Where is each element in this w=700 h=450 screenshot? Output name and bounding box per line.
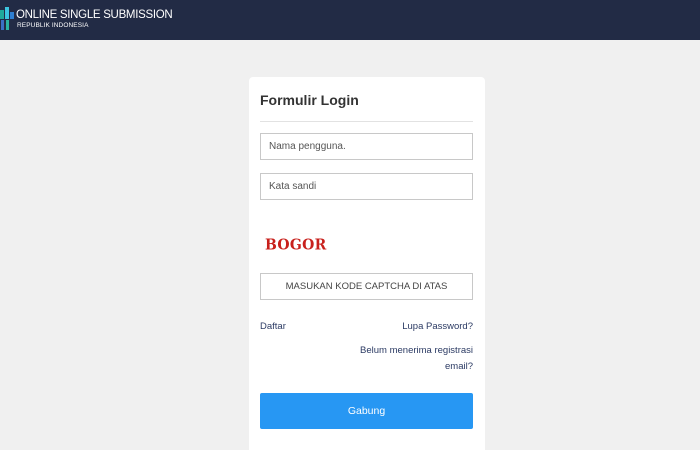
login-submit-button[interactable]: Gabung <box>260 393 473 429</box>
username-input[interactable] <box>260 133 473 160</box>
forgot-password-link[interactable]: Lupa Password? <box>402 321 473 332</box>
brand-title[interactable]: ONLINE SINGLE SUBMISSION <box>16 9 173 21</box>
login-card: Formulir Login BOGOR Daftar Lupa Passwor… <box>249 77 485 450</box>
register-link[interactable]: Daftar <box>260 321 286 332</box>
resend-registration-email-link[interactable]: Belum menerima registrasi email? <box>343 343 473 375</box>
captcha-image: BOGOR <box>265 236 327 254</box>
captcha-input[interactable] <box>260 273 473 300</box>
password-input[interactable] <box>260 173 473 200</box>
title-divider <box>260 121 473 122</box>
brand-subtitle: REPUBLIK INDONESIA <box>17 22 89 29</box>
top-navbar: ONLINE SINGLE SUBMISSION REPUBLIK INDONE… <box>0 0 700 40</box>
oss-logo-icon[interactable] <box>0 7 14 31</box>
login-form-title: Formulir Login <box>260 92 359 108</box>
